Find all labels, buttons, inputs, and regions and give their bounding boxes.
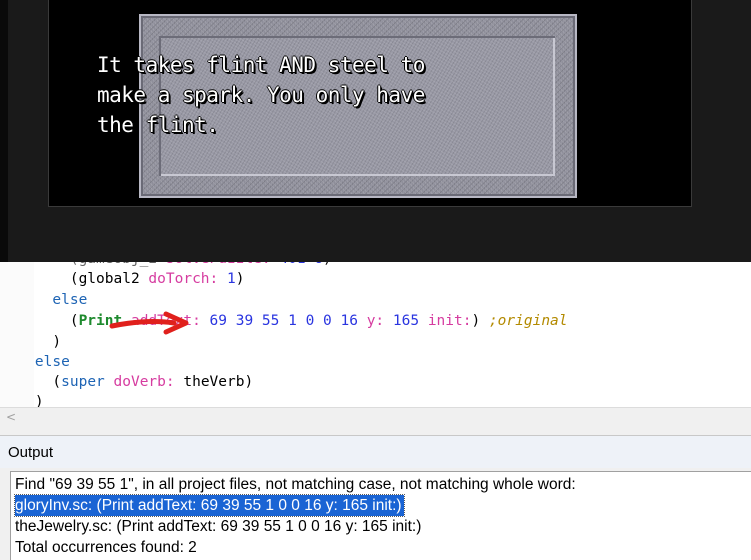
- output-title: Output: [8, 444, 54, 461]
- output-list[interactable]: Find "69 39 55 1", in all project files,…: [10, 471, 751, 560]
- scrollbar-track[interactable]: [22, 412, 582, 422]
- code-line-8[interactable]: ): [0, 392, 44, 407]
- code-line-5[interactable]: ): [0, 332, 61, 352]
- output-pane: Output Find "69 39 55 1", in all project…: [0, 435, 751, 560]
- game-message-text: It takes flint AND steel to make a spark…: [97, 53, 425, 137]
- output-line-result-selected[interactable]: gloryInv.sc: (Print addText: 69 39 55 1 …: [14, 494, 405, 517]
- red-arrow-icon: [109, 311, 189, 335]
- code-line-2[interactable]: (global2 doTorch: 1): [0, 269, 245, 289]
- code-line-7[interactable]: (super doVerb: theVerb): [0, 372, 253, 392]
- horizontal-scrollbar[interactable]: <: [0, 407, 751, 426]
- output-line-summary[interactable]: Find "69 39 55 1", in all project files,…: [15, 474, 576, 495]
- game-window: It takes flint AND steel to make a spark…: [0, 0, 751, 262]
- code-line-3[interactable]: else: [0, 290, 87, 310]
- scroll-left-arrow-icon[interactable]: <: [4, 409, 18, 425]
- code-line-4[interactable]: (Print addText: 69 39 55 1 0 0 16 y: 165…: [0, 311, 568, 331]
- output-line-result[interactable]: theJewelry.sc: (Print addText: 69 39 55 …: [15, 516, 421, 537]
- code-line-6[interactable]: else: [0, 352, 70, 372]
- game-window-edge: [0, 0, 8, 262]
- output-header: Output: [0, 435, 751, 468]
- game-screen[interactable]: It takes flint AND steel to make a spark…: [48, 0, 692, 207]
- output-line-total[interactable]: Total occurrences found: 2: [15, 537, 197, 558]
